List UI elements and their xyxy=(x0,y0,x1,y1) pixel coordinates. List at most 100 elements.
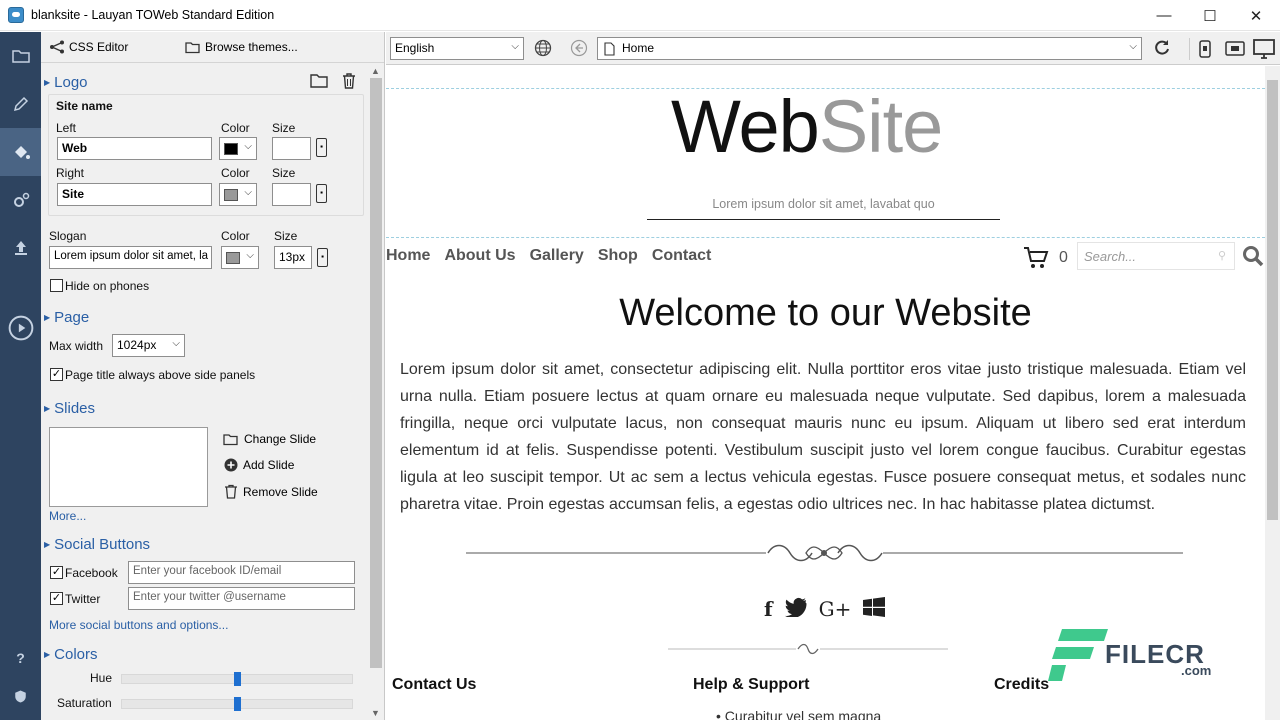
saturation-slider-thumb[interactable] xyxy=(233,697,241,711)
max-width-value: 1024px xyxy=(117,338,157,352)
expand-arrow-icon: ▶ xyxy=(44,313,51,322)
footer-list-item[interactable]: • Curabitur vel sem magna xyxy=(716,708,881,720)
footer-contact-heading: Contact Us xyxy=(392,676,477,693)
scroll-down-icon[interactable]: ▼ xyxy=(371,708,380,718)
desktop-view-button[interactable] xyxy=(1251,38,1279,60)
nav-item-contact[interactable]: Contact xyxy=(652,247,712,265)
twitter-checkbox[interactable]: ✓ xyxy=(50,592,63,605)
change-slide-button[interactable]: Change Slide xyxy=(223,432,316,446)
nav-item-shop[interactable]: Shop xyxy=(598,247,638,265)
hide-on-phones-label: Hide on phones xyxy=(65,279,150,293)
website-preview: WebSite Lorem ipsum dolor sit amet, lava… xyxy=(386,66,1265,720)
facebook-icon[interactable]: f xyxy=(764,597,773,621)
slogan-input[interactable]: Lorem ipsum dolor sit amet, la xyxy=(49,246,212,269)
facebook-checkbox[interactable]: ✓ xyxy=(50,566,63,579)
page-section-title: Page xyxy=(54,309,90,326)
edit-nav-button[interactable] xyxy=(0,80,41,128)
phone-view-button[interactable] xyxy=(1189,38,1221,60)
mobile-size-icon[interactable]: ▪ xyxy=(316,184,327,203)
title-above-checkbox[interactable]: ✓ xyxy=(50,368,63,381)
css-editor-button[interactable]: CSS Editor xyxy=(49,40,128,54)
slogan-size-input[interactable]: 13px xyxy=(274,246,312,269)
right-text-input[interactable]: Site xyxy=(57,183,212,206)
expand-arrow-icon: ▶ xyxy=(44,650,51,659)
preview-scrollbar-thumb[interactable] xyxy=(1267,80,1278,520)
chevron-down-icon: ⌵ xyxy=(511,41,519,52)
preview-scrollbar[interactable] xyxy=(1265,66,1280,720)
panel-scrollbar-thumb[interactable] xyxy=(370,78,382,668)
tablet-view-button[interactable] xyxy=(1221,38,1251,60)
expand-arrow-icon: ▶ xyxy=(44,78,51,87)
hue-slider-thumb[interactable] xyxy=(233,672,241,686)
logo-right-text: Site xyxy=(818,85,944,168)
mobile-size-icon[interactable]: ▪ xyxy=(316,138,327,157)
language-select[interactable]: English ⌵ xyxy=(390,37,524,60)
page-select[interactable]: Home ⌵ xyxy=(597,37,1142,60)
page-section-header[interactable]: ▶ Page xyxy=(44,309,89,326)
search-icon xyxy=(1243,246,1264,267)
minimize-button[interactable]: — xyxy=(1141,0,1187,31)
social-section-header[interactable]: ▶ Social Buttons xyxy=(44,536,150,553)
search-button[interactable] xyxy=(1242,245,1264,270)
maximize-button[interactable]: ☐ xyxy=(1187,0,1233,31)
nav-item-home[interactable]: Home xyxy=(386,247,430,265)
chevron-down-icon: ⌵ xyxy=(1129,41,1137,52)
refresh-icon[interactable] xyxy=(1153,39,1171,60)
slogan-color-select[interactable]: ⌵ xyxy=(221,246,259,269)
slides-section-header[interactable]: ▶ Slides xyxy=(44,400,95,417)
cart[interactable]: 0 xyxy=(1023,246,1068,270)
nav-item-gallery[interactable]: Gallery xyxy=(530,247,584,265)
slogan-label: Slogan xyxy=(49,229,87,243)
mobile-size-icon[interactable]: ▪ xyxy=(317,248,328,267)
remove-slide-button[interactable]: Remove Slide xyxy=(224,484,318,499)
close-button[interactable]: ✕ xyxy=(1233,0,1279,31)
logo-section-header[interactable]: ▶ Logo xyxy=(44,74,88,91)
browse-themes-button[interactable]: Browse themes... xyxy=(185,40,298,54)
google-plus-icon[interactable]: G+ xyxy=(819,597,852,621)
preview-nav-button[interactable] xyxy=(0,304,41,352)
settings-nav-button[interactable] xyxy=(0,176,41,224)
left-color-select[interactable]: ⌵ xyxy=(219,137,257,160)
hide-on-phones-checkbox[interactable] xyxy=(50,279,63,292)
title-above-label: Page title always above side panels xyxy=(65,368,256,382)
left-size-input[interactable] xyxy=(272,137,311,160)
site-search-input[interactable]: Search... ⚲ xyxy=(1077,242,1235,270)
colors-section-header[interactable]: ▶ Colors xyxy=(44,646,98,663)
right-size-input[interactable] xyxy=(272,183,311,206)
twitter-icon[interactable] xyxy=(784,597,807,617)
nav-item-about[interactable]: About Us xyxy=(444,247,515,265)
site-logo[interactable]: WebSite xyxy=(671,84,944,169)
paint-bucket-icon xyxy=(14,146,30,159)
title-bar: blanksite - Lauyan TOWeb Standard Editio… xyxy=(0,0,1280,31)
slides-more-link[interactable]: More... xyxy=(49,509,86,523)
security-nav-button[interactable] xyxy=(0,672,41,720)
windows-icon[interactable] xyxy=(863,597,886,617)
slogan-color-label: Color xyxy=(221,229,250,243)
cart-count: 0 xyxy=(1059,249,1068,266)
more-social-link[interactable]: More social buttons and options... xyxy=(49,618,228,632)
back-arrow-icon[interactable] xyxy=(570,39,588,60)
open-folder-icon xyxy=(185,41,200,53)
add-slide-button[interactable]: Add Slide xyxy=(224,458,294,472)
slogan-size-label: Size xyxy=(274,229,298,243)
max-width-select[interactable]: 1024px ⌵ xyxy=(112,334,185,357)
theme-nav-button[interactable] xyxy=(0,128,41,176)
slogan-underline xyxy=(647,219,1000,220)
tablet-icon xyxy=(1225,41,1245,56)
site-nav: Home About Us Gallery Shop Contact xyxy=(386,247,711,265)
twitter-input[interactable]: Enter your twitter @username xyxy=(128,587,355,610)
panel-scrollbar[interactable]: ▲ ▼ xyxy=(367,64,384,720)
shopping-cart-icon xyxy=(1024,247,1049,268)
folder-nav-button[interactable] xyxy=(0,32,41,80)
upload-icon xyxy=(14,241,27,255)
slides-list[interactable] xyxy=(49,427,208,507)
left-text-input[interactable]: Web xyxy=(57,137,212,160)
facebook-input[interactable]: Enter your facebook ID/email xyxy=(128,561,355,584)
open-folder-icon[interactable] xyxy=(310,73,328,91)
right-color-select[interactable]: ⌵ xyxy=(219,183,257,206)
right-size-label: Size xyxy=(272,166,296,180)
globe-icon[interactable] xyxy=(534,39,552,60)
publish-nav-button[interactable] xyxy=(0,224,41,272)
trash-icon[interactable] xyxy=(341,72,357,92)
scroll-up-icon[interactable]: ▲ xyxy=(371,66,380,76)
